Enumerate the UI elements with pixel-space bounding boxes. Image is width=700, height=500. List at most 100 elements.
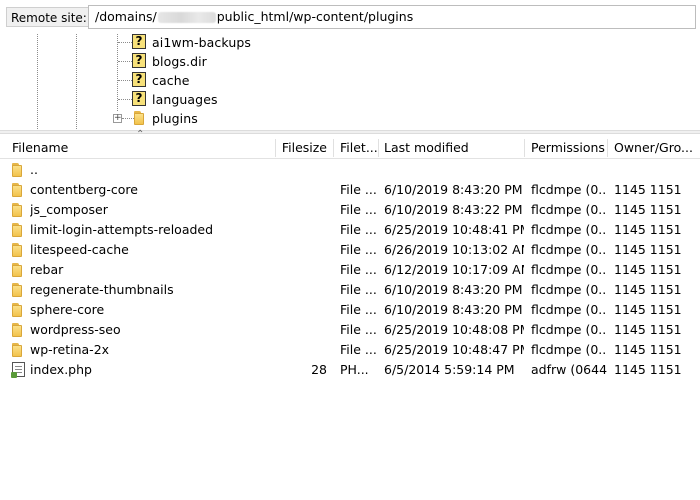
file-permissions: flcdmpe (0... <box>531 242 607 257</box>
file-permissions: flcdmpe (0... <box>531 182 607 197</box>
question-folder-icon: ? <box>132 91 148 107</box>
file-type: File ... <box>340 262 377 277</box>
file-owner: 1145 1151 <box>614 242 682 257</box>
tree-item-label: ai1wm-backups <box>152 35 251 50</box>
file-name: sphere-core <box>30 302 105 317</box>
file-modified: 6/25/2019 10:48:47 PM <box>384 342 524 357</box>
file-name: contentberg-core <box>30 182 138 197</box>
folder-icon <box>12 243 22 257</box>
column-header-filesize[interactable]: Filesize <box>276 137 330 159</box>
table-row[interactable]: contentberg-core File ... 6/10/2019 8:43… <box>0 180 700 200</box>
file-name: rebar <box>30 262 64 277</box>
file-owner: 1145 1151 <box>614 322 682 337</box>
redacted-domain <box>157 12 216 23</box>
file-type: File ... <box>340 242 377 257</box>
column-header-owner-group[interactable]: Owner/Gro... <box>614 137 696 159</box>
folder-icon <box>12 323 22 337</box>
file-type: File ... <box>340 302 377 317</box>
tree-item-languages[interactable]: ? languages <box>0 90 700 109</box>
file-permissions: flcdmpe (0... <box>531 222 607 237</box>
file-owner: 1145 1151 <box>614 342 682 357</box>
column-header-filename[interactable]: Filename <box>12 137 272 159</box>
directory-tree: ? ai1wm-backups ? blogs.dir ? cache ? la… <box>0 34 700 129</box>
remote-site-label: Remote site: <box>6 7 92 27</box>
file-modified: 6/10/2019 8:43:20 PM <box>384 282 523 297</box>
path-suffix: public_html/wp-content/plugins <box>216 9 414 24</box>
file-type: File ... <box>340 322 377 337</box>
file-size: 28 <box>311 362 327 377</box>
file-modified: 6/10/2019 8:43:20 PM <box>384 182 523 197</box>
file-permissions: flcdmpe (0... <box>531 342 607 357</box>
table-row[interactable]: wp-retina-2x File ... 6/25/2019 10:48:47… <box>0 340 700 360</box>
tree-item-cache[interactable]: ? cache <box>0 71 700 90</box>
file-owner: 1145 1151 <box>614 302 682 317</box>
file-name: regenerate-thumbnails <box>30 282 174 297</box>
table-row[interactable]: index.php 28 PH... 6/5/2014 5:59:14 PM a… <box>0 360 700 380</box>
table-row[interactable]: wordpress-seo File ... 6/25/2019 10:48:0… <box>0 320 700 340</box>
file-modified: 6/10/2019 8:43:22 PM <box>384 202 523 217</box>
question-folder-icon: ? <box>132 53 148 69</box>
table-row[interactable]: limit-login-attempts-reloaded File ... 6… <box>0 220 700 240</box>
file-owner: 1145 1151 <box>614 362 682 377</box>
tree-item-plugins[interactable]: + plugins <box>0 109 700 128</box>
file-list-header: Filename Filesize Filet... Last modified… <box>0 137 700 159</box>
path-prefix: /domains/ <box>95 9 157 24</box>
folder-icon <box>12 203 22 217</box>
file-name: index.php <box>30 362 92 377</box>
remote-site-bar: Remote site: /domains/public_html/wp-con… <box>0 0 700 34</box>
file-owner: 1145 1151 <box>614 202 682 217</box>
tree-item-label: blogs.dir <box>152 54 207 69</box>
folder-icon <box>12 183 22 197</box>
file-name: litespeed-cache <box>30 242 129 257</box>
file-name: limit-login-attempts-reloaded <box>30 222 214 237</box>
table-row[interactable]: litespeed-cache File ... 6/26/2019 10:13… <box>0 240 700 260</box>
file-type: PH... <box>340 362 369 377</box>
file-permissions: flcdmpe (0... <box>531 202 607 217</box>
question-folder-icon: ? <box>132 34 148 50</box>
folder-icon <box>12 163 22 177</box>
folder-icon <box>12 263 22 277</box>
table-row[interactable]: regenerate-thumbnails File ... 6/10/2019… <box>0 280 700 300</box>
file-permissions: flcdmpe (0... <box>531 262 607 277</box>
file-owner: 1145 1151 <box>614 282 682 297</box>
column-header-last-modified[interactable]: Last modified <box>384 137 524 159</box>
column-header-filetype[interactable]: Filet... <box>340 137 378 159</box>
file-owner: 1145 1151 <box>614 222 682 237</box>
table-row[interactable]: .. <box>0 160 700 180</box>
folder-icon <box>12 343 22 357</box>
tree-item-blogs-dir[interactable]: ? blogs.dir <box>0 52 700 71</box>
file-name: wordpress-seo <box>30 322 121 337</box>
file-type: File ... <box>340 282 377 297</box>
tree-item-label: cache <box>152 73 190 88</box>
tree-item-label: languages <box>152 92 218 107</box>
file-permissions: flcdmpe (0... <box>531 302 607 317</box>
file-type: File ... <box>340 342 377 357</box>
folder-icon <box>12 303 22 317</box>
remote-path-input[interactable]: /domains/public_html/wp-content/plugins <box>88 5 696 29</box>
file-modified: 6/5/2014 5:59:14 PM <box>384 362 515 377</box>
file-name: js_composer <box>30 202 108 217</box>
folder-icon <box>12 283 22 297</box>
file-permissions: flcdmpe (0... <box>531 282 607 297</box>
file-owner: 1145 1151 <box>614 262 682 277</box>
column-header-permissions[interactable]: Permissions <box>531 137 607 159</box>
php-file-icon <box>11 362 25 378</box>
tree-item-ai1wm-backups[interactable]: ? ai1wm-backups <box>0 33 700 52</box>
table-row[interactable]: rebar File ... 6/12/2019 10:17:09 AM flc… <box>0 260 700 280</box>
tree-item-label: plugins <box>152 111 198 126</box>
table-row[interactable]: sphere-core File ... 6/10/2019 8:43:20 P… <box>0 300 700 320</box>
file-modified: 6/26/2019 10:13:02 AM <box>384 242 524 257</box>
question-folder-icon: ? <box>132 72 148 88</box>
file-type: File ... <box>340 182 377 197</box>
file-permissions: adfrw (0644) <box>531 362 607 377</box>
file-modified: 6/25/2019 10:48:41 PM <box>384 222 524 237</box>
folder-icon <box>12 223 22 237</box>
table-row[interactable]: js_composer File ... 6/10/2019 8:43:22 P… <box>0 200 700 220</box>
file-modified: 6/25/2019 10:48:08 PM <box>384 322 524 337</box>
expand-toggle[interactable]: + <box>113 114 122 123</box>
file-owner: 1145 1151 <box>614 182 682 197</box>
file-type: File ... <box>340 202 377 217</box>
file-modified: 6/10/2019 8:43:20 PM <box>384 302 523 317</box>
file-name: wp-retina-2x <box>30 342 110 357</box>
pane-splitter[interactable] <box>0 130 700 134</box>
